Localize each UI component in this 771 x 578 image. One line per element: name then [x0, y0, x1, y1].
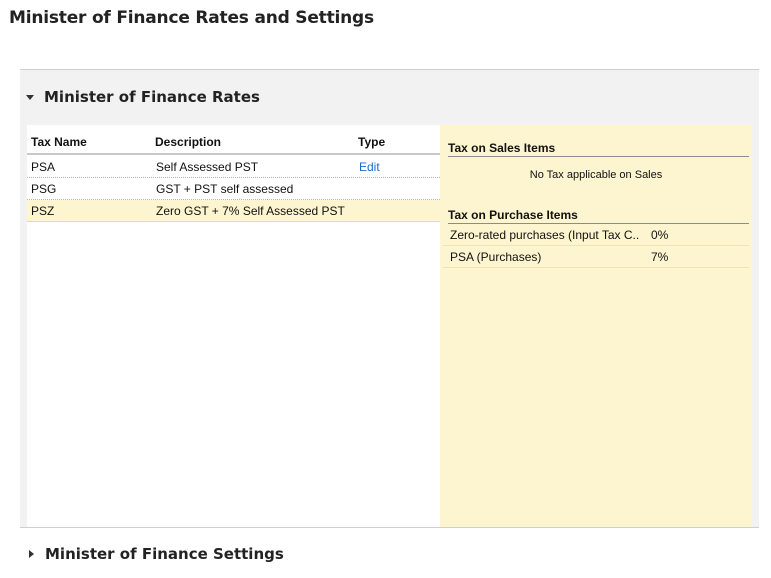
rates-section-toggle[interactable]: Minister of Finance Rates [26, 85, 260, 109]
chevron-down-icon [26, 95, 34, 100]
purchase-tax-name: PSA (Purchases) [450, 250, 542, 264]
description-cell: GST + PST self assessed [156, 182, 294, 196]
tax-details-pane: Tax on Sales Items No Tax applicable on … [440, 125, 752, 527]
column-header-tax-name[interactable]: Tax Name [31, 135, 87, 149]
column-header-type[interactable]: Type [358, 135, 385, 149]
description-cell: Self Assessed PST [156, 160, 259, 174]
chevron-right-icon [29, 550, 34, 558]
rates-panel: Minister of Finance Rates Tax Name Descr… [20, 69, 759, 528]
sales-tax-note: No Tax applicable on Sales [529, 169, 663, 181]
tax-name-cell: PSA [31, 160, 56, 174]
tax-table: Tax Name Description Type PSA Self Asses… [27, 125, 440, 527]
settings-section-toggle[interactable]: Minister of Finance Settings [27, 542, 284, 566]
purchase-tax-heading: Tax on Purchase Items [448, 202, 749, 224]
description-cell: Zero GST + 7% Self Assessed PST [156, 204, 345, 218]
purchase-tax-rate: 0% [651, 228, 669, 242]
settings-section-title: Minister of Finance Settings [45, 545, 284, 563]
purchase-tax-rate: 7% [651, 250, 669, 264]
purchase-tax-name: Zero-rated purchases (Input Tax C... [450, 228, 640, 242]
rates-content: Tax Name Description Type PSA Self Asses… [27, 125, 752, 527]
purchase-tax-row: PSA (Purchases) 7% [443, 246, 749, 268]
table-header: Tax Name Description Type [27, 125, 440, 155]
sales-tax-heading: Tax on Sales Items [448, 135, 749, 157]
purchase-tax-row: Zero-rated purchases (Input Tax C... 0% [443, 224, 749, 246]
column-header-description[interactable]: Description [155, 135, 221, 149]
table-row-selected[interactable]: PSZ Zero GST + 7% Self Assessed PST [27, 200, 440, 222]
page-title: Minister of Finance Rates and Settings [9, 8, 374, 28]
rates-section-title: Minister of Finance Rates [44, 88, 260, 106]
tax-name-cell: PSZ [31, 204, 55, 218]
table-row[interactable]: PSA Self Assessed PST Edit [27, 156, 440, 178]
tax-name-cell: PSG [31, 182, 57, 196]
table-row[interactable]: PSG GST + PST self assessed [27, 178, 440, 200]
edit-link[interactable]: Edit [359, 160, 380, 174]
